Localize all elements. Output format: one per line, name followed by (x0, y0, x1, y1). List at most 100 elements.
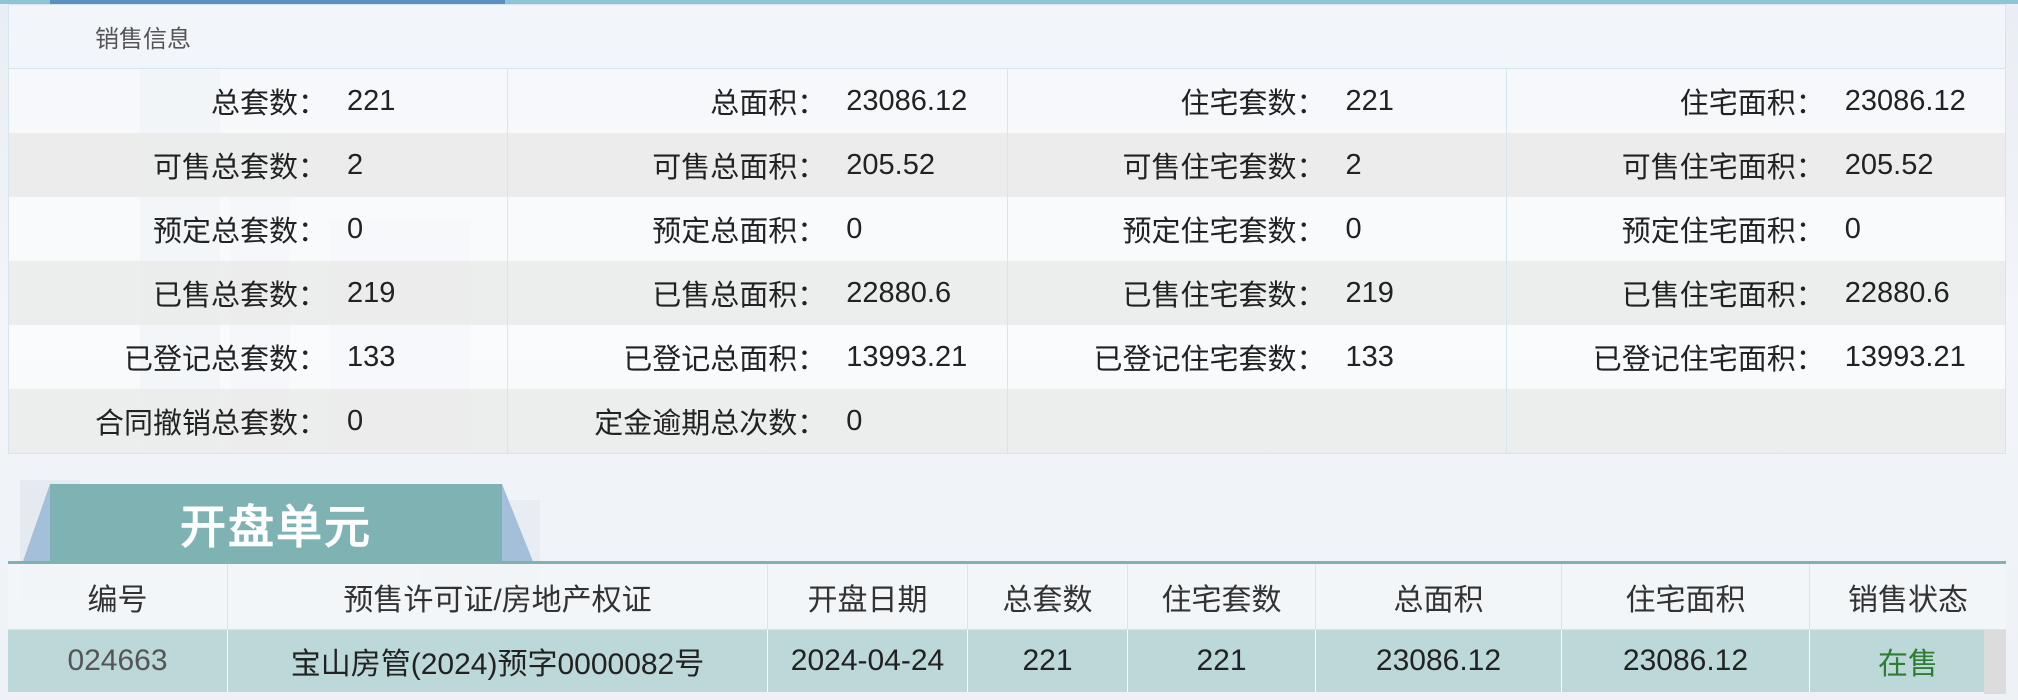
sales-cell: 已登记住宅面积： 13993.21 (1507, 325, 2005, 389)
sales-value: 22880.6 (1844, 276, 1950, 309)
tab-underline (8, 561, 2006, 564)
sales-cell: 已登记住宅套数： 133 (1008, 325, 1507, 389)
sales-label: 已登记住宅套数： (1093, 344, 1326, 376)
sales-value: 0 (1844, 212, 1861, 245)
sales-value: 23086.12 (846, 84, 968, 117)
sales-info-title: 销售信息 (95, 26, 191, 53)
tab-left-wing (22, 484, 50, 564)
cell-unit-id: 024663 (8, 630, 228, 692)
sales-value: 2 (1345, 148, 1362, 181)
sales-value: 2 (347, 148, 364, 181)
cell-total-area: 23086.12 (1316, 630, 1562, 692)
sales-cell: 住宅面积： 23086.12 (1507, 69, 2005, 133)
sales-value: 23086.12 (1844, 84, 1966, 117)
sales-label: 预定总面积： (652, 216, 827, 248)
sales-label: 已登记总套数： (123, 344, 327, 376)
sales-label: 住宅套数： (1180, 88, 1326, 120)
sales-label: 预定总套数： (152, 216, 327, 248)
tab-units[interactable]: 开盘单元 (50, 484, 502, 564)
sales-cell: 已售总面积： 22880.6 (508, 261, 1008, 325)
column-header: 总面积 (1316, 564, 1562, 629)
sales-label: 可售总面积： (652, 152, 827, 184)
cell-residential-units: 221 (1128, 630, 1316, 692)
sales-label: 可售住宅面积： (1621, 152, 1825, 184)
sales-label: 总面积： (710, 88, 827, 120)
sales-row: 可售总套数： 2 可售总面积： 205.52 可售住宅套数： 2 可售住宅面积： 205… (9, 133, 2005, 197)
sales-value: 221 (1345, 84, 1394, 117)
sales-row: 已售总套数： 219 已售总面积： 22880.6 已售住宅套数： 219 已售住宅面… (9, 261, 2005, 325)
sales-info-grid: 总套数： 221 总面积： 23086.12 住宅套数： 221 住宅面积： 23086… (9, 69, 2005, 453)
sales-value: 22880.6 (846, 276, 952, 309)
column-header: 销售状态 (1848, 583, 1968, 617)
tab-right-wing (502, 484, 534, 564)
scrollbar[interactable] (1984, 630, 2006, 694)
sales-label: 定金逾期总次数： (594, 408, 827, 440)
table-row[interactable]: 024663 宝山房管(2024)预字0000082号 2024-04-24 2… (8, 630, 2006, 692)
sales-value: 0 (347, 212, 364, 245)
cell-open-date: 2024-04-24 (768, 630, 968, 692)
sales-info-header: 销售信息 (9, 5, 2005, 69)
sales-label: 可售住宅套数： (1122, 152, 1326, 184)
sales-cell: 已登记总套数： 133 (9, 325, 509, 389)
sales-label: 合同撤销总套数： (94, 408, 327, 440)
sales-cell: 合同撤销总套数： 0 (9, 389, 509, 453)
top-active-tab-indicator (50, 0, 505, 4)
sales-label: 已售总套数： (152, 280, 327, 312)
units-table: 编号 预售许可证/房地产权证 开盘日期 总套数 住宅套数 总面积 住宅面积 销售… (8, 564, 2006, 700)
sales-cell: 预定总套数： 0 (9, 197, 509, 261)
sales-value: 219 (1345, 276, 1394, 309)
cell-total-units: 221 (968, 630, 1128, 692)
sales-value: 0 (347, 404, 364, 437)
sales-cell: 预定住宅面积： 0 (1507, 197, 2005, 261)
column-header: 预售许可证/房地产权证 (228, 564, 768, 629)
tab-units-label: 开盘单元 (180, 501, 372, 553)
sales-info-panel: 销售信息 总套数： 221 总面积： 23086.12 住宅套数： 221 住宅面积：… (8, 4, 2006, 454)
sales-cell: 总面积： 23086.12 (508, 69, 1008, 133)
sales-cell: 已售住宅套数： 219 (1008, 261, 1507, 325)
sales-label: 住宅面积： (1679, 88, 1825, 120)
cell-residential-area: 23086.12 (1562, 630, 1810, 692)
column-header: 总套数 (968, 564, 1128, 629)
sales-value: 133 (1345, 340, 1394, 373)
sales-label: 已售总面积： (652, 280, 827, 312)
sales-value: 221 (347, 84, 396, 117)
sales-label: 已登记住宅面积： (1592, 344, 1825, 376)
sales-cell: 预定总面积： 0 (508, 197, 1008, 261)
column-header: 住宅套数 (1128, 564, 1316, 629)
cell-permit: 宝山房管(2024)预字0000082号 (228, 630, 768, 692)
column-header: 编号 (8, 564, 228, 629)
sales-value: 133 (347, 340, 396, 373)
sales-cell: 可售总面积： 205.52 (508, 133, 1008, 197)
sales-label: 可售总套数： (152, 152, 327, 184)
sales-cell: 已售住宅面积： 22880.6 (1507, 261, 2005, 325)
sales-row: 总套数： 221 总面积： 23086.12 住宅套数： 221 住宅面积： 23086… (9, 69, 2005, 133)
sales-cell: 已登记总面积： 13993.21 (508, 325, 1008, 389)
sales-cell: 住宅套数： 221 (1008, 69, 1507, 133)
sales-cell: 可售住宅面积： 205.52 (1507, 133, 2005, 197)
sales-cell: 可售住宅套数： 2 (1008, 133, 1507, 197)
sales-value: 205.52 (846, 148, 935, 181)
column-header: 开盘日期 (768, 564, 968, 629)
sales-row: 合同撤销总套数： 0 定金逾期总次数： 0 (9, 389, 2005, 453)
sales-value: 13993.21 (846, 340, 968, 373)
sales-value: 219 (347, 276, 396, 309)
sales-cell: 预定住宅套数： 0 (1008, 197, 1507, 261)
sales-cell: 定金逾期总次数： 0 (508, 389, 1008, 453)
sales-value: 13993.21 (1844, 340, 1966, 373)
sales-row: 预定总套数： 0 预定总面积： 0 预定住宅套数： 0 预定住宅面积： 0 (9, 197, 2005, 261)
sales-value: 0 (1345, 212, 1362, 245)
units-table-header: 编号 预售许可证/房地产权证 开盘日期 总套数 住宅套数 总面积 住宅面积 销售… (8, 564, 2006, 630)
sales-label: 已售住宅套数： (1122, 280, 1326, 312)
sales-label: 预定住宅套数： (1122, 216, 1326, 248)
sales-row: 已登记总套数： 133 已登记总面积： 13993.21 已登记住宅套数： 133 已… (9, 325, 2005, 389)
status-badge: 在售 (1878, 648, 1938, 681)
sales-label: 总套数： (210, 88, 327, 120)
sales-label: 已售住宅面积： (1621, 280, 1825, 312)
units-tab-container: 开盘单元 (22, 484, 542, 564)
sales-value: 205.52 (1844, 148, 1934, 181)
sales-cell (1008, 389, 1507, 453)
sales-value: 0 (846, 212, 863, 245)
sales-label: 已登记总面积： (623, 344, 827, 376)
sales-cell: 总套数： 221 (9, 69, 509, 133)
sales-cell: 已售总套数： 219 (9, 261, 509, 325)
